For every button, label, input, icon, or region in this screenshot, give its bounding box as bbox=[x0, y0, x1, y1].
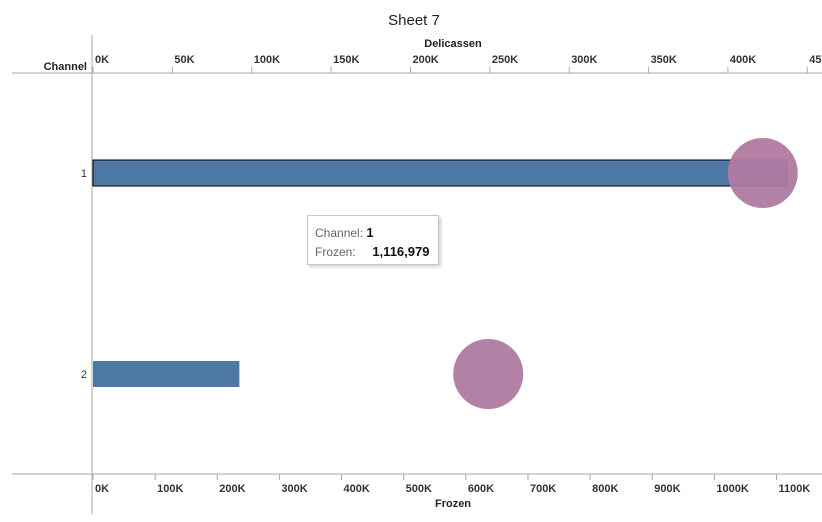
top-tick-label: 0K bbox=[95, 54, 109, 66]
tooltip-channel-label: Channel: bbox=[315, 226, 364, 240]
top-tick-label: 100K bbox=[254, 54, 280, 66]
bottom-tick-label: 600K bbox=[468, 483, 494, 495]
top-tick-label: 350K bbox=[651, 54, 677, 66]
top-tick-label: 300K bbox=[571, 54, 597, 66]
top-tick-label: 150K bbox=[333, 54, 359, 66]
category-labels: 12 bbox=[81, 168, 87, 381]
bottom-tick-label: 200K bbox=[219, 483, 245, 495]
circle-channel-1[interactable] bbox=[727, 138, 798, 208]
bottom-axis-ticks: 0K 100K 200K 300K 400K 500K 600K 700K 800K 900K 10… bbox=[92, 474, 811, 495]
chart-title: Sheet 7 bbox=[388, 12, 440, 29]
bottom-tick-label: 0K bbox=[95, 483, 109, 495]
bottom-tick-label: 1000K bbox=[716, 483, 748, 495]
top-axis-title: Delicassen bbox=[424, 38, 482, 50]
top-axis-ticks: 0K 50K 100K 150K 200K 250K 300K 350K 400K 450K bbox=[92, 54, 822, 73]
bottom-tick-label: 1100K bbox=[779, 483, 811, 495]
tooltip-frozen-value: 1,116,979 bbox=[372, 244, 430, 259]
bottom-axis-title: Frozen bbox=[435, 498, 471, 510]
top-tick-label: 450K bbox=[809, 54, 822, 66]
bottom-tick-label: 300K bbox=[281, 483, 307, 495]
tooltip-frozen-row: Frozen: 1,116,979 bbox=[315, 243, 438, 262]
category-label-2: 2 bbox=[81, 369, 87, 381]
top-tick-label: 50K bbox=[174, 54, 194, 66]
bottom-tick-label: 900K bbox=[654, 483, 680, 495]
top-tick-label: 400K bbox=[730, 54, 756, 66]
circle-channel-2[interactable] bbox=[453, 339, 524, 409]
tooltip-channel-row: Channel: 1 bbox=[315, 224, 438, 243]
row-header: Channel bbox=[44, 61, 87, 73]
bottom-tick-label: 500K bbox=[406, 483, 432, 495]
category-label-1: 1 bbox=[81, 168, 87, 180]
top-tick-label: 200K bbox=[412, 54, 438, 66]
bar-channel-2[interactable] bbox=[93, 361, 240, 387]
tooltip-frozen-label: Frozen: bbox=[315, 245, 356, 259]
tooltip: Channel: 1 Frozen: 1,116,979 bbox=[307, 215, 439, 265]
bar-marks bbox=[92, 159, 788, 387]
bottom-tick-label: 400K bbox=[344, 483, 370, 495]
bottom-tick-label: 700K bbox=[530, 483, 556, 495]
bottom-tick-label: 100K bbox=[157, 483, 183, 495]
tooltip-channel-value: 1 bbox=[366, 225, 374, 240]
top-tick-label: 250K bbox=[492, 54, 518, 66]
bar-channel-1[interactable] bbox=[92, 159, 788, 187]
bottom-tick-label: 800K bbox=[592, 483, 618, 495]
